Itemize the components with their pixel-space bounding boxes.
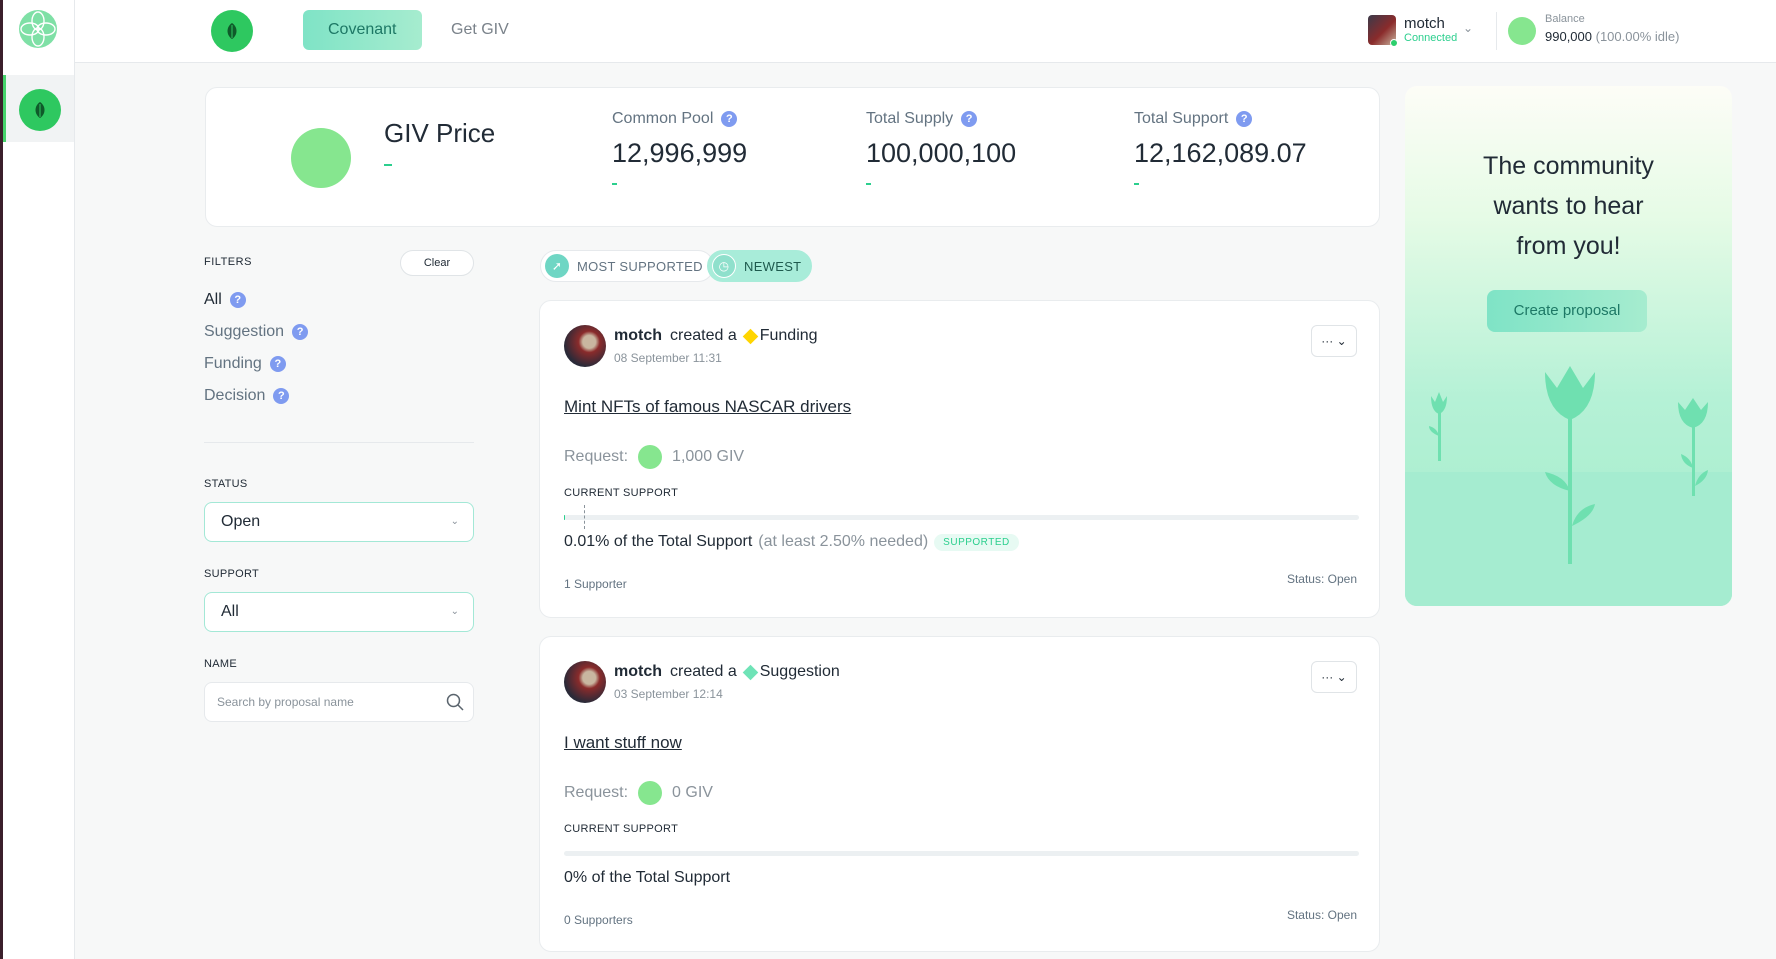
divider (204, 442, 474, 443)
proposal-request: Request: 1,000 GIV (564, 445, 744, 469)
giv-price-value (384, 164, 392, 166)
proposal-status: Status: Open (1286, 572, 1357, 586)
balance-value: 990,000 (100.00% idle) (1545, 29, 1680, 44)
search-input[interactable] (205, 683, 435, 721)
proposal-request: Request: 0 GIV (564, 781, 713, 805)
support-label: SUPPORT (204, 568, 260, 580)
divider (1496, 12, 1497, 50)
proposal-search (204, 682, 474, 722)
support-progress-bar (564, 505, 1359, 529)
support-dropdown[interactable]: All ⌄ (204, 592, 474, 632)
clear-filters-button[interactable]: Clear (400, 250, 474, 276)
support-progress-bar (564, 851, 1359, 856)
tab-covenant[interactable]: Covenant (303, 10, 422, 50)
author-name[interactable]: motch (614, 663, 662, 681)
proposal-status: Status: Open (1286, 908, 1357, 922)
proposal-author-line: motch created a Funding (614, 327, 818, 345)
proposal-type: Suggestion (759, 663, 840, 680)
filter-funding[interactable]: Funding? (204, 355, 286, 373)
chevron-down-icon: ⌄ (450, 516, 459, 527)
create-proposal-button[interactable]: Create proposal (1487, 290, 1647, 332)
clock-icon: ◷ (712, 254, 736, 278)
funding-icon (742, 328, 758, 344)
giv-token-icon (638, 445, 663, 469)
giv-token-icon (291, 128, 351, 188)
account-name: motch (1404, 15, 1445, 32)
giv-token-icon (638, 781, 663, 805)
chevron-down-icon: ⌄ (1463, 21, 1474, 35)
giv-price-label: GIV Price (384, 118, 496, 148)
proposal-card: motch created a Funding 08 September 11:… (539, 300, 1380, 618)
create-proposal-promo: The community wants to hear from you! Cr… (1405, 86, 1732, 606)
supporters-count: 0 Supporters (564, 913, 633, 927)
more-menu-button[interactable]: ··· ⌄ (1311, 325, 1357, 357)
tab-get-giv[interactable]: Get GIV (426, 10, 534, 50)
help-icon[interactable]: ? (273, 388, 290, 404)
top-bar: Covenant Get GIV motch Connected ⌄ Balan… (75, 0, 1776, 63)
sort-most-supported[interactable]: ➚ MOST SUPPORTED (540, 250, 714, 282)
help-icon[interactable]: ? (292, 324, 309, 340)
stat-total-support: Total Support? 12,162,089.07 (1134, 110, 1307, 185)
search-icon[interactable] (445, 692, 465, 712)
help-icon[interactable]: ? (961, 111, 978, 127)
filter-decision[interactable]: Decision? (204, 387, 290, 405)
supported-badge: SUPPORTED (934, 533, 1019, 551)
plants-illustration (1429, 366, 1708, 564)
support-summary: 0% of the Total Support (564, 869, 731, 886)
stats-card: GIV Price Common Pool? 12,996,999 Total … (205, 87, 1380, 227)
proposal-date: 08 September 11:31 (614, 351, 722, 365)
proposal-card: motch created a Suggestion 03 September … (539, 636, 1380, 952)
author-name[interactable]: motch (614, 327, 662, 345)
window-edge (0, 0, 3, 959)
stat-common-pool: Common Pool? 12,996,999 (612, 110, 747, 185)
filters-panel: FILTERS Clear All? Suggestion? Funding? … (204, 250, 474, 722)
leaf-icon[interactable] (211, 10, 253, 52)
help-icon[interactable]: ? (269, 356, 286, 372)
suggestion-icon (742, 664, 758, 680)
avatar (564, 325, 606, 367)
name-label: NAME (204, 658, 237, 670)
trending-icon: ➚ (545, 254, 569, 278)
current-support-label: CURRENT SUPPORT (564, 823, 679, 835)
account-status: Connected (1404, 32, 1458, 44)
help-icon[interactable]: ? (1236, 111, 1253, 127)
connected-dot (1390, 39, 1398, 47)
left-rail (0, 0, 75, 959)
filter-suggestion[interactable]: Suggestion? (204, 323, 309, 341)
supporters-count: 1 Supporter (564, 577, 627, 591)
leaf-icon (19, 89, 61, 131)
proposal-author-line: motch created a Suggestion (614, 663, 840, 681)
proposal-title-link[interactable]: I want stuff now (564, 733, 682, 753)
filter-all[interactable]: All? (204, 291, 246, 309)
current-support-label: CURRENT SUPPORT (564, 487, 679, 499)
status-dropdown[interactable]: Open ⌄ (204, 502, 474, 542)
help-icon[interactable]: ? (721, 111, 738, 127)
sort-newest[interactable]: ◷ NEWEST (707, 250, 813, 282)
help-icon[interactable]: ? (229, 292, 246, 308)
threshold-marker (583, 505, 585, 529)
more-menu-button[interactable]: ··· ⌄ (1311, 661, 1357, 693)
giv-token-icon (1508, 17, 1536, 45)
chevron-down-icon: ⌄ (450, 606, 459, 617)
app-logo-icon[interactable] (18, 9, 58, 49)
rail-org-item[interactable] (3, 75, 74, 142)
support-summary: 0.01% of the Total Support (at least 2.5… (564, 533, 1019, 551)
balance-label: Balance (1545, 13, 1585, 25)
proposal-title-link[interactable]: Mint NFTs of famous NASCAR drivers (564, 397, 851, 417)
proposal-type: Funding (759, 327, 818, 344)
proposal-date: 03 September 12:14 (614, 687, 723, 701)
avatar (564, 661, 606, 703)
stat-total-supply: Total Supply? 100,000,100 (866, 110, 1016, 185)
promo-text: The community wants to hear from you! (1483, 152, 1654, 260)
status-label: STATUS (204, 478, 248, 490)
